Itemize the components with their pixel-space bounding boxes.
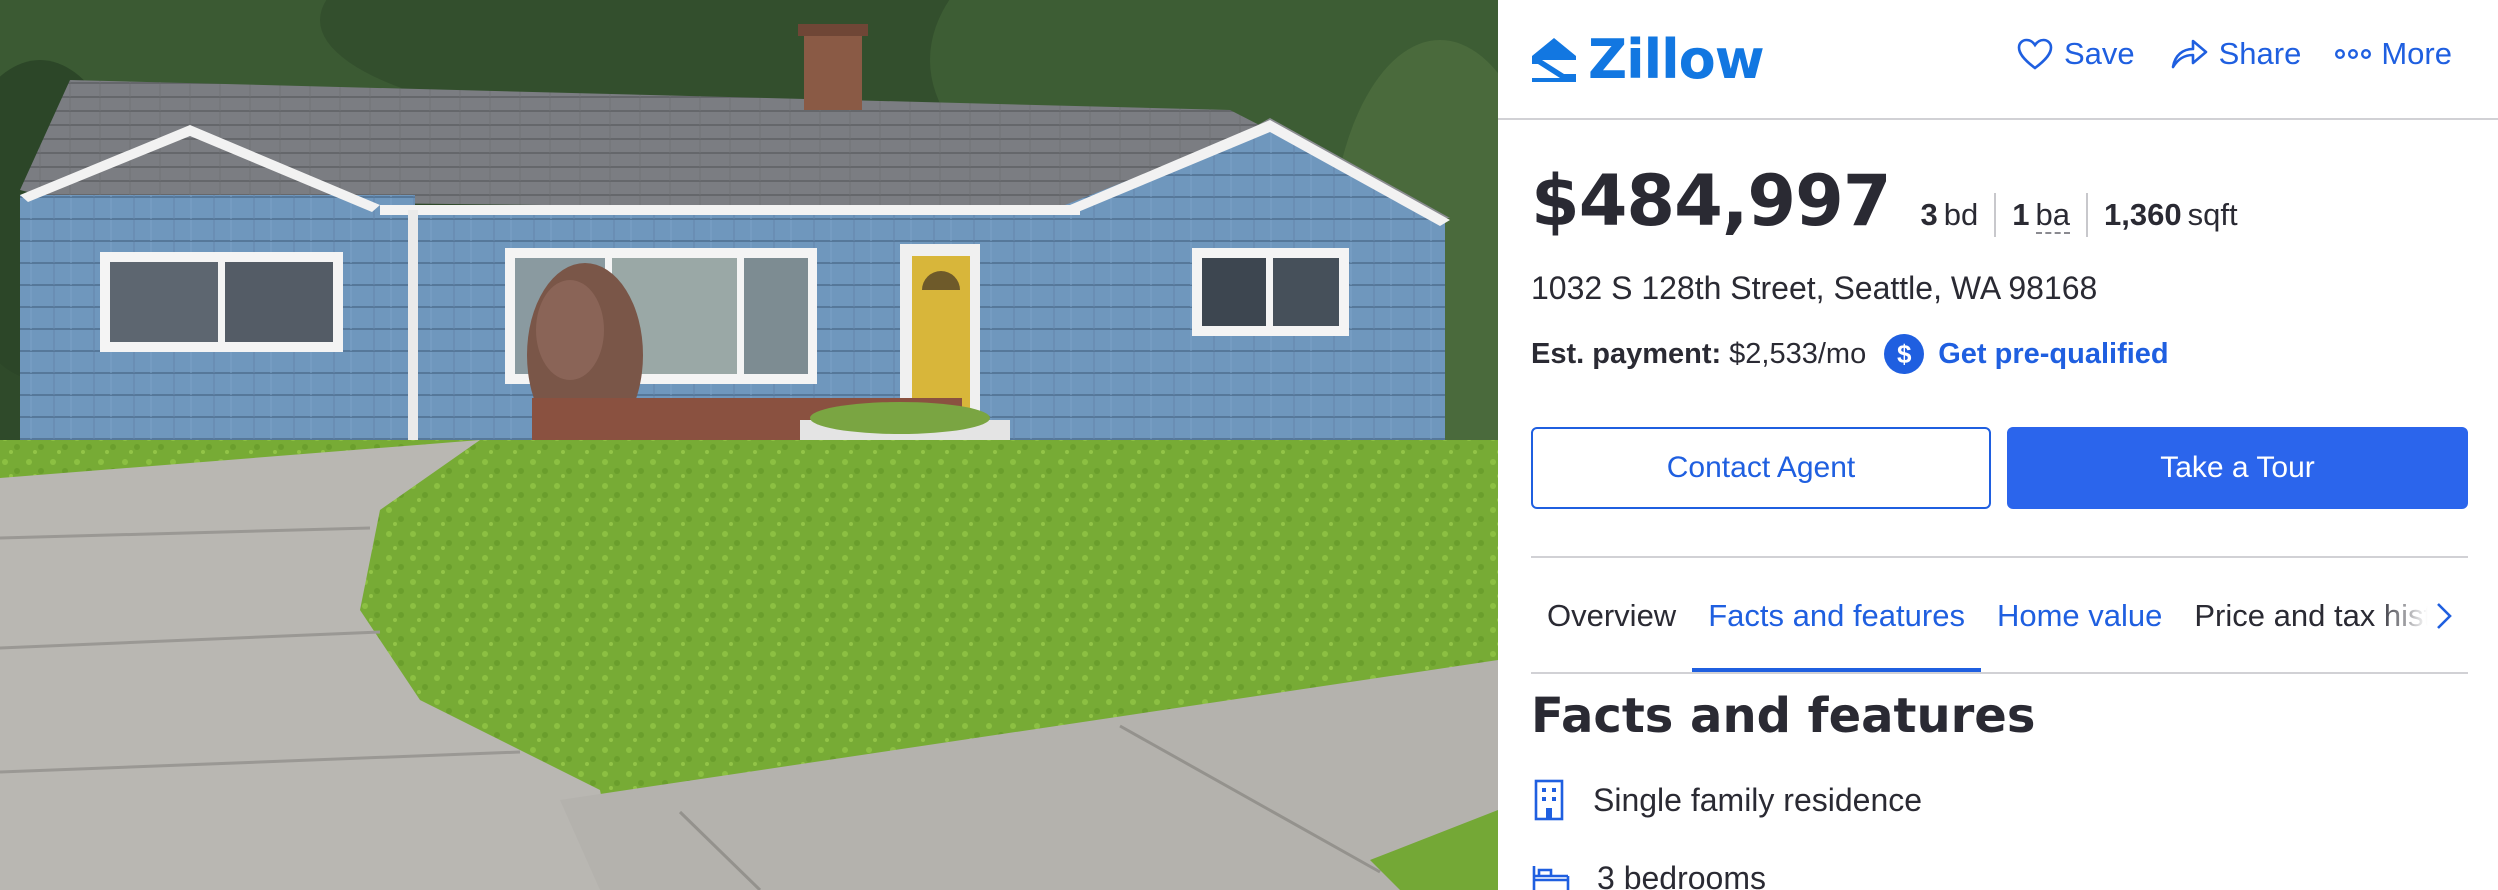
top-bar: Zillow Save Share More <box>1498 0 2498 120</box>
sqft-value: 1,360 <box>2104 197 2182 232</box>
dollar-icon: $ <box>1884 334 1925 374</box>
zillow-logo[interactable]: Zillow <box>1528 28 1765 92</box>
listing-details-panel: Zillow Save Share More $484,997 3 bd 1 b… <box>1498 0 2498 890</box>
payment-value: $2,533/mo <box>1729 337 1867 370</box>
baths-value: 1 <box>2012 197 2030 232</box>
share-label: Share <box>2218 36 2302 71</box>
share-button[interactable]: Share <box>2169 36 2302 72</box>
payment-label: Est. payment: <box>1531 337 1722 370</box>
more-button[interactable]: More <box>2335 36 2452 72</box>
baths-unit: ba <box>2035 197 2071 234</box>
contact-agent-button[interactable]: Contact Agent <box>1531 427 1991 509</box>
heart-icon <box>2017 38 2053 70</box>
more-dots-icon <box>2335 49 2372 59</box>
feature-home-type-label: Single family residence <box>1593 781 1923 818</box>
feature-bedrooms: 3 bedrooms <box>1531 858 1766 890</box>
get-prequalified-link[interactable]: Get pre-qualified <box>1938 338 2168 371</box>
listing-price: $484,997 <box>1531 160 1892 242</box>
bed-icon <box>1532 866 1570 890</box>
logo-text: Zillow <box>1588 28 1765 91</box>
building-icon <box>1534 779 1564 821</box>
facts-section-title: Facts and features <box>1531 688 2036 744</box>
tab-home-value[interactable]: Home value <box>1981 558 2178 672</box>
listing-photo[interactable] <box>0 0 1498 890</box>
zillow-house-icon <box>1532 38 1576 82</box>
take-a-tour-button[interactable]: Take a Tour <box>2007 427 2468 509</box>
price-row: $484,997 3 bd 1 ba 1,360 sqft <box>1531 160 2254 242</box>
baths-fact[interactable]: 1 ba <box>1994 193 2086 237</box>
section-tabs: Overview Facts and features Home value P… <box>1531 556 2468 674</box>
share-icon <box>2171 39 2207 69</box>
chevron-right-icon[interactable] <box>2426 598 2462 634</box>
summary-facts: 3 bd 1 ba 1,360 sqft <box>1921 193 2254 237</box>
feature-bedrooms-label: 3 bedrooms <box>1597 859 1766 890</box>
tab-overview[interactable]: Overview <box>1531 558 1692 672</box>
feature-home-type: Single family residence <box>1531 778 1922 822</box>
beds-unit: bd <box>1943 197 1979 232</box>
save-label: Save <box>2063 36 2135 71</box>
estimated-payment: Est. payment: $2,533/mo $ Get pre-qualif… <box>1531 334 2169 374</box>
save-button[interactable]: Save <box>2016 36 2135 72</box>
listing-address: 1032 S 128th Street, Seattle, WA 98168 <box>1531 270 2098 306</box>
house-photo-illustration <box>0 0 1498 890</box>
more-label: More <box>2381 36 2452 71</box>
beds-value: 3 <box>1920 197 1938 232</box>
header-actions: Save Share More <box>2016 36 2452 72</box>
sqft-unit: sqft <box>2187 197 2238 232</box>
beds-fact: 3 bd <box>1921 193 1995 237</box>
tab-facts-and-features[interactable]: Facts and features <box>1692 558 1981 672</box>
sqft-fact: 1,360 sqft <box>2086 193 2254 237</box>
